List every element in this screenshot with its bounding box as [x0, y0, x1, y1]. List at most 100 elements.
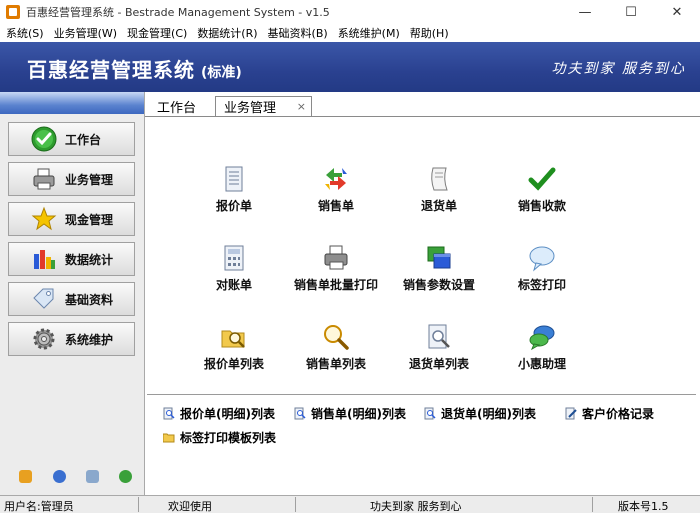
chat-icon [528, 323, 556, 351]
gear-icon [31, 326, 57, 352]
menu-help[interactable]: 帮助(H) [404, 25, 453, 41]
func-label: 销售参数设置 [402, 278, 475, 292]
status-version: 版本号1.5 [618, 500, 669, 513]
section-divider [147, 394, 696, 395]
func-label: 小惠助理 [517, 357, 566, 371]
report-label: 销售单(明细)列表 [311, 406, 406, 421]
report-search-icon [294, 407, 306, 420]
func-label: 标签打印 [517, 278, 566, 292]
func-assistant[interactable]: 小惠助理 [492, 323, 592, 371]
document-search-icon [425, 323, 453, 351]
tab-workbench[interactable]: 工作台 [157, 96, 196, 116]
sidebar-item-workbench[interactable]: 工作台 [8, 122, 135, 156]
sidebar: 工作台 业务管理 现金管理 数据统计 基础资料 系统维护 [0, 92, 145, 495]
sidebar-item-label: 工作台 [65, 132, 102, 147]
menu-maintenance[interactable]: 系统维护(M) [332, 25, 404, 41]
header-banner: 百惠经营管理系统 (标准) 功夫到家 服务到心 [0, 42, 700, 92]
printer-icon [31, 166, 57, 192]
func-label: 报价单 [215, 199, 252, 213]
folder-icon [162, 431, 175, 444]
menu-system[interactable]: 系统(S) [0, 25, 48, 41]
report-label-template[interactable]: 标签打印模板列表 [162, 429, 277, 445]
tab-bar: 工作台 业务管理 × [145, 92, 700, 116]
func-batch-print[interactable]: 销售单批量打印 [286, 244, 386, 292]
status-bar: 用户名:管理员 欢迎使用 功夫到家 服务到心 版本号1.5 [0, 495, 700, 513]
header-slogan: 功夫到家 服务到心 [551, 61, 686, 77]
sidebar-item-label: 数据统计 [65, 252, 114, 267]
app-title: 百惠经营管理系统 (标准) [27, 54, 242, 83]
menu-business[interactable]: 业务管理(W) [48, 25, 121, 41]
func-label: 销售单列表 [305, 357, 366, 371]
menu-bar: 系统(S) 业务管理(W) 现金管理(C) 数据统计(R) 基础资料(B) 系统… [0, 24, 700, 42]
func-sales-settings[interactable]: 销售参数设置 [389, 244, 489, 292]
menu-cash[interactable]: 现金管理(C) [121, 25, 191, 41]
green-check-icon [31, 126, 57, 152]
refresh-icon[interactable] [119, 470, 132, 483]
report-label: 报价单(明细)列表 [180, 406, 275, 421]
sidebar-item-cash[interactable]: 现金管理 [8, 202, 135, 236]
sidebar-item-basic-data[interactable]: 基础资料 [8, 282, 135, 316]
tab-close-button[interactable]: × [297, 100, 306, 113]
func-sales-order[interactable]: 销售单 [286, 165, 386, 213]
recycle-arrows-icon [322, 165, 350, 193]
document-icon [220, 165, 248, 193]
minimize-button[interactable]: — [562, 0, 608, 24]
sidebar-header [0, 92, 144, 114]
sidebar-item-maintenance[interactable]: 系统维护 [8, 322, 135, 356]
report-return-detail[interactable]: 退货单(明细)列表 [424, 405, 536, 421]
scroll-icon [425, 165, 453, 193]
func-quotation[interactable]: 报价单 [184, 165, 284, 213]
close-button[interactable]: ✕ [654, 0, 700, 24]
tab-business[interactable]: 业务管理 × [215, 96, 312, 116]
func-label: 对账单 [215, 278, 252, 292]
status-separator [138, 497, 139, 512]
report-label: 退货单(明细)列表 [441, 406, 536, 421]
printer-icon [322, 244, 350, 272]
func-sales-receipt[interactable]: 销售收款 [492, 165, 592, 213]
menu-basic-data[interactable]: 基础资料(B) [262, 25, 332, 41]
report-label: 客户价格记录 [582, 406, 655, 421]
status-separator [295, 497, 296, 512]
title-bar: 百惠经营管理系统 - Bestrade Management System - … [0, 0, 700, 24]
func-label: 退货单列表 [408, 357, 469, 371]
maximize-button[interactable]: ☐ [608, 0, 654, 24]
func-sales-list[interactable]: 销售单列表 [286, 323, 386, 371]
window-controls: — ☐ ✕ [562, 0, 700, 24]
func-label: 销售单批量打印 [293, 278, 378, 292]
sidebar-item-business[interactable]: 业务管理 [8, 162, 135, 196]
func-return-order[interactable]: 退货单 [389, 165, 489, 213]
tab-label: 业务管理 [224, 101, 277, 116]
report-edit-icon [565, 407, 577, 420]
business-panel: 报价单 销售单 退货单 销售收款 对账单 销售单批量打印 销售参数设置 标签打印… [145, 116, 700, 495]
report-label: 标签打印模板列表 [180, 430, 277, 445]
window-title: 百惠经营管理系统 - Bestrade Management System - … [26, 6, 330, 19]
app-title-text: 百惠经营管理系统 [27, 58, 195, 82]
app-edition: (标准) [201, 65, 242, 81]
report-sales-detail[interactable]: 销售单(明细)列表 [294, 405, 406, 421]
status-user: 用户名:管理员 [4, 500, 74, 513]
status-slogan: 功夫到家 服务到心 [370, 500, 462, 513]
sidebar-toolbar [0, 468, 145, 488]
func-quotation-list[interactable]: 报价单列表 [184, 323, 284, 371]
bar-chart-icon [31, 246, 57, 272]
folder-search-icon [220, 323, 248, 351]
report-customer-price[interactable]: 客户价格记录 [565, 405, 654, 421]
monitor-icon[interactable] [86, 470, 99, 483]
func-label: 销售单 [317, 199, 354, 213]
sidebar-item-label: 基础资料 [65, 292, 114, 307]
menu-statistics[interactable]: 数据统计(R) [191, 25, 261, 41]
sidebar-item-label: 系统维护 [65, 332, 114, 347]
report-quotation-detail[interactable]: 报价单(明细)列表 [163, 405, 275, 421]
func-label: 报价单列表 [203, 357, 264, 371]
func-statement[interactable]: 对账单 [184, 244, 284, 292]
clock-icon[interactable] [53, 470, 66, 483]
func-label: 退货单 [420, 199, 457, 213]
check-icon [528, 165, 556, 193]
func-return-list[interactable]: 退货单列表 [389, 323, 489, 371]
star-icon [31, 206, 57, 232]
calculator-icon [220, 244, 248, 272]
edit-icon[interactable] [19, 470, 32, 483]
sidebar-item-statistics[interactable]: 数据统计 [8, 242, 135, 276]
sidebar-item-label: 业务管理 [65, 172, 114, 187]
func-label-print[interactable]: 标签打印 [492, 244, 592, 292]
